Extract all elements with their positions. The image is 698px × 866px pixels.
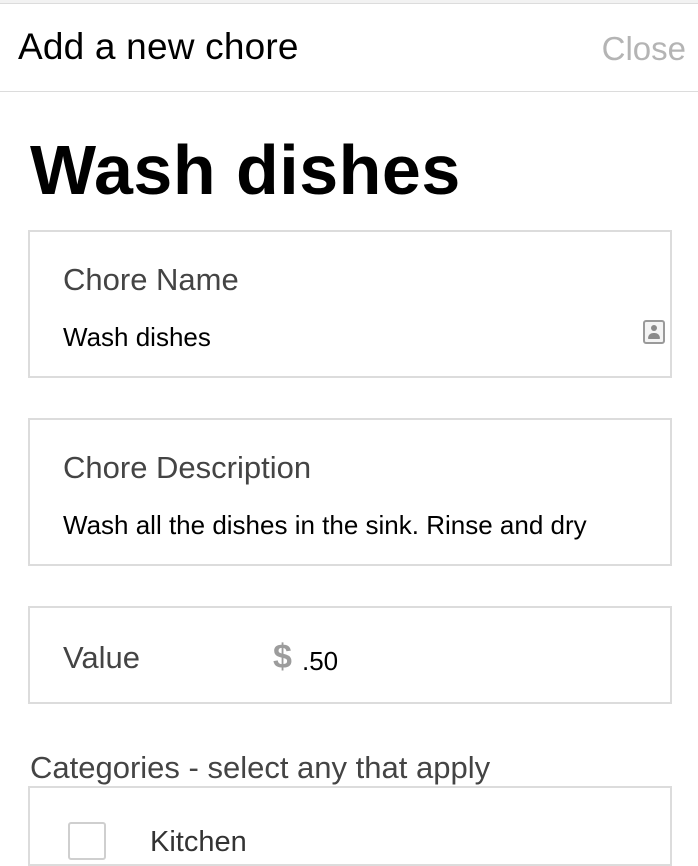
chore-description-label: Chore Description — [63, 450, 312, 485]
modal-title: Add a new chore — [18, 26, 299, 67]
page-title: Wash dishes — [30, 131, 461, 209]
categories-list: Kitchen — [28, 786, 672, 866]
chore-description-field: Chore Description Wash all the dishes in… — [28, 418, 672, 566]
contact-card-icon[interactable] — [643, 320, 665, 344]
chore-description-input[interactable]: Wash all the dishes in the sink. Rinse a… — [63, 510, 623, 541]
chore-name-input[interactable]: Wash dishes — [63, 322, 623, 353]
close-button[interactable]: Close — [602, 30, 686, 68]
chore-name-label: Chore Name — [63, 262, 239, 297]
value-input[interactable]: .50 — [302, 646, 502, 677]
value-label: Value — [63, 640, 140, 675]
chore-name-field: Chore Name Wash dishes — [28, 230, 672, 378]
categories-heading: Categories - select any that apply — [30, 750, 491, 785]
checkbox-icon[interactable] — [68, 822, 106, 860]
value-field: Value $ .50 — [28, 606, 672, 704]
dollar-icon: $ — [273, 638, 292, 676]
modal-header: Add a new chore Close — [0, 4, 698, 92]
category-label: Kitchen — [150, 826, 247, 858]
